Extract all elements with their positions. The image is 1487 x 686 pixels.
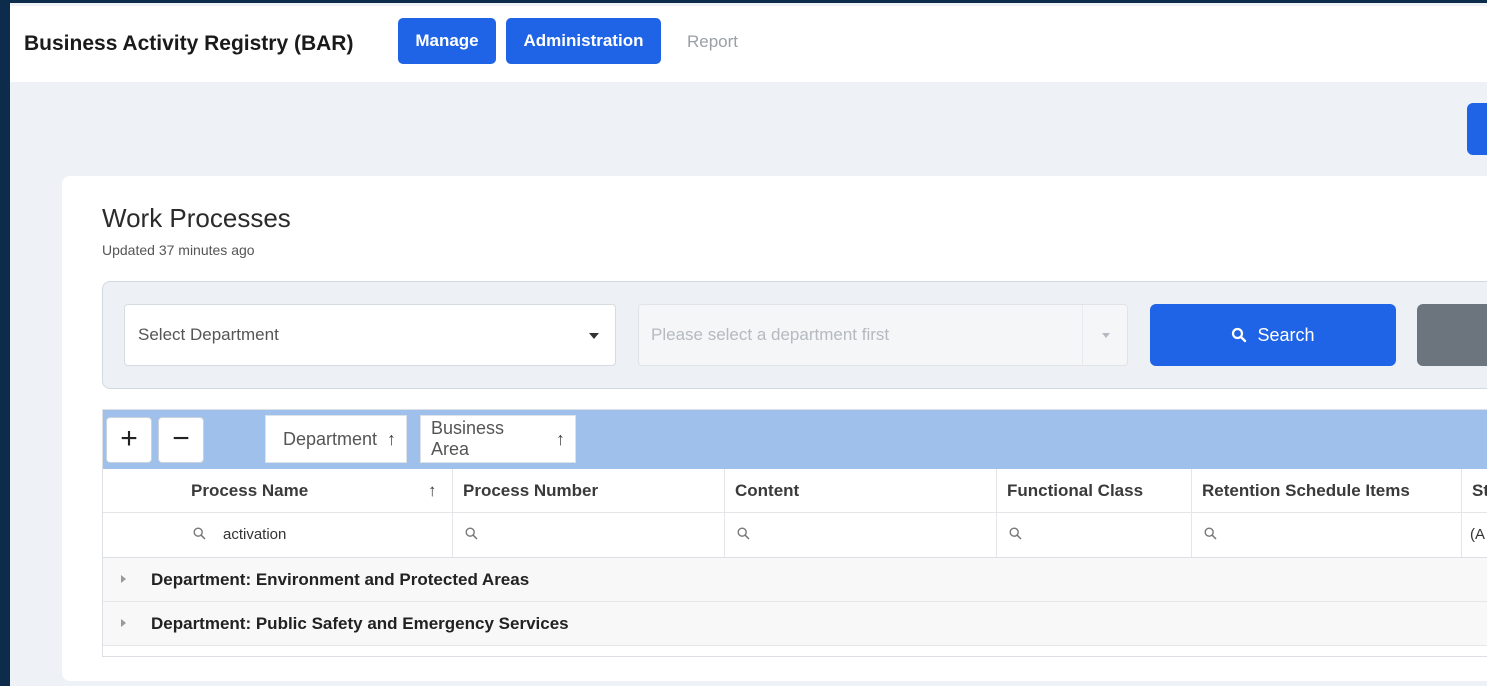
filter-value: activation xyxy=(223,526,287,543)
work-processes-card: Work Processes Updated 37 minutes ago Se… xyxy=(62,176,1487,681)
filter-cell-status[interactable]: (A xyxy=(1462,513,1487,557)
sort-asc-icon: ↑ xyxy=(387,428,396,449)
column-header-retention-schedule-items[interactable]: Retention Schedule Items xyxy=(1192,469,1462,513)
app-frame: Business Activity Registry (BAR) Manage … xyxy=(10,0,1487,686)
top-navbar: Business Activity Registry (BAR) Manage … xyxy=(10,6,1487,82)
group-panel: + − Department ↑ Business Area ↑ xyxy=(103,410,1487,469)
reset-button[interactable] xyxy=(1417,304,1487,366)
select-divider xyxy=(1082,305,1083,365)
filter-cell-content[interactable] xyxy=(725,513,997,557)
group-row[interactable]: Department: Public Safety and Emergency … xyxy=(103,602,1487,646)
filter-cell-process-name[interactable]: activation xyxy=(103,513,453,557)
chevron-down-icon xyxy=(589,333,599,339)
department-select[interactable]: Select Department xyxy=(124,304,616,366)
column-header-label: Process Name xyxy=(191,481,309,500)
updated-timestamp: Updated 37 minutes ago xyxy=(102,242,255,258)
expand-icon[interactable] xyxy=(121,575,126,583)
column-header-status[interactable]: St xyxy=(1462,469,1487,513)
search-icon xyxy=(737,527,750,540)
filter-cell-retention-schedule-items[interactable] xyxy=(1192,513,1462,557)
search-icon xyxy=(1009,527,1022,540)
group-row[interactable]: Department: Environment and Protected Ar… xyxy=(103,558,1487,602)
filter-panel: Select Department Please select a depart… xyxy=(102,281,1487,389)
search-icon xyxy=(193,527,206,540)
sort-asc-icon: ↑ xyxy=(556,428,565,449)
search-icon xyxy=(1204,527,1217,540)
group-chip-department[interactable]: Department ↑ xyxy=(265,415,407,463)
chevron-down-icon xyxy=(1102,333,1110,338)
business-area-select-placeholder: Please select a department first xyxy=(651,325,890,344)
filter-cell-process-number[interactable] xyxy=(453,513,725,557)
processes-grid: + − Department ↑ Business Area ↑ Process… xyxy=(102,409,1487,657)
group-chip-label: Business Area xyxy=(431,418,505,459)
column-header-content[interactable]: Content xyxy=(725,469,997,513)
app-title: Business Activity Registry (BAR) xyxy=(24,32,354,55)
nav-administration-button[interactable]: Administration xyxy=(506,18,661,64)
search-icon xyxy=(465,527,478,540)
collapse-all-button[interactable]: − xyxy=(158,417,204,463)
group-row-label: Department: Environment and Protected Ar… xyxy=(151,570,530,589)
group-chip-business-area[interactable]: Business Area ↑ xyxy=(420,415,576,463)
column-header-functional-class[interactable]: Functional Class xyxy=(997,469,1192,513)
column-header-process-number[interactable]: Process Number xyxy=(453,469,725,513)
column-header-process-name[interactable]: Process Name ↑ xyxy=(103,469,453,513)
filter-cell-functional-class[interactable] xyxy=(997,513,1192,557)
nav-report-link[interactable]: Report xyxy=(687,32,738,52)
expand-all-button[interactable]: + xyxy=(106,417,152,463)
sort-asc-icon: ↑ xyxy=(428,481,437,500)
action-button[interactable] xyxy=(1467,103,1487,155)
page-title: Work Processes xyxy=(102,203,291,233)
expand-icon[interactable] xyxy=(121,619,126,627)
search-button[interactable]: Search xyxy=(1150,304,1396,366)
group-chip-label: Department xyxy=(282,428,377,449)
business-area-select[interactable]: Please select a department first xyxy=(638,304,1128,366)
filter-value: (A xyxy=(1470,526,1485,543)
filter-row: activation (A xyxy=(103,513,1487,558)
group-row-label: Department: Public Safety and Emergency … xyxy=(151,614,569,633)
nav-manage-button[interactable]: Manage xyxy=(398,18,496,64)
search-button-label: Search xyxy=(1257,324,1315,345)
department-select-placeholder: Select Department xyxy=(138,325,279,344)
column-header-row: Process Name ↑ Process Number Content Fu… xyxy=(103,469,1487,513)
search-icon xyxy=(1232,327,1247,343)
